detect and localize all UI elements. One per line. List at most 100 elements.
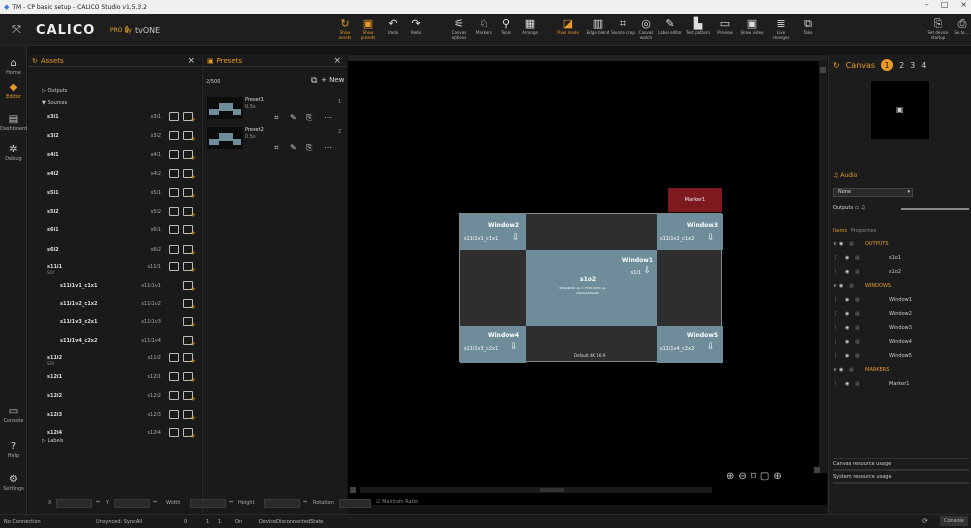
window3[interactable]: Window3 s11i1v2_c1x2 ⇩ [657,214,723,250]
toolbar-se-to-[interactable]: ⎙ Se to ... [950,17,971,45]
toolbar-canvas-watch[interactable]: ◎ Canvas watch [634,17,658,45]
zoom-out-icon[interactable]: ⊖ [738,471,746,482]
preset-item[interactable]: Preset2 0.5s 2 ⌗ ✎ ⎘ ⋯ [203,127,348,171]
maintain-ratio-checkbox[interactable]: ☑ Maintain Ratio [376,499,418,505]
toolbar-set-device-startup[interactable]: ⎘ Set device startup [926,17,950,45]
vscroll-bottom[interactable] [814,467,820,473]
add-to-canvas-icon[interactable] [169,188,179,197]
add-to-canvas-icon[interactable] [169,131,179,140]
canvas-tab-4[interactable]: 4 [921,61,926,70]
monitor-icon[interactable]: ▭ [855,205,860,211]
preset-edit-icon[interactable]: ✎ [290,113,297,122]
nav-dashboard[interactable]: ▤ Dashboard [0,114,27,132]
console-button[interactable]: Console [940,516,968,526]
asset-row[interactable]: s5i2 s5i2 + [28,207,201,219]
asset-row[interactable]: s11i1v3_c2x1 s11i1v3 + [28,317,201,329]
preset-save-icon[interactable]: ⌗ [274,113,279,123]
toolbar-markers[interactable]: ♘ Markers [472,17,496,45]
y-field[interactable] [114,499,150,508]
link-w-icon[interactable]: ⇔ [153,499,157,505]
toolbar-pixel-mode[interactable]: ◪ Pixel mode [556,17,580,45]
vertical-scrollbar[interactable] [819,61,827,473]
rotation-field[interactable] [339,499,371,508]
canvas-stage[interactable]: Window2 s11i1v1_c1x1 ⇩ Window3 s11i1v2_c… [459,213,723,363]
group-sources[interactable]: ▼ Sources [42,100,67,106]
drag-handle-icon[interactable]: ⋮ [833,381,838,387]
toolbar-show-presets[interactable]: ▣ Show presets [356,17,380,45]
marker1[interactable]: Marker1 [668,188,722,212]
move-icon[interactable]: ⊕ [726,471,734,482]
asset-row[interactable]: s3i1 s3i1 + [28,112,201,124]
asset-row[interactable]: s12i2 s12i2 + [28,391,201,403]
visibility-icon[interactable]: ◉ [845,325,849,331]
lock-icon[interactable]: ▦ [855,255,860,261]
canvas-area[interactable]: Marker1 Window2 s11i1v1_c1x1 ⇩ Window3 s… [348,55,827,505]
drag-handle-icon[interactable]: ⋮ [833,339,838,345]
asset-row[interactable]: s11i2 SDI s11i2 + [28,353,201,366]
chevron-down-icon[interactable]: ∨ [833,283,837,289]
lock-icon[interactable]: ▦ [855,339,860,345]
hscroll-thumb[interactable] [540,488,564,492]
add-to-canvas-icon[interactable] [169,150,179,159]
lock-icon[interactable]: ▦ [855,297,860,303]
group-labels[interactable]: ▷ Labels [42,438,64,444]
visibility-icon[interactable]: ◉ [839,283,843,289]
speaker-icon[interactable]: ♫ [861,205,865,211]
add-to-canvas-icon[interactable] [169,428,179,437]
presets-close-icon[interactable]: × [333,56,341,66]
window1[interactable]: Window1 s1i1 ⇩ s1o2 3840/2000 up = 3700,… [526,250,657,326]
toolbar-tools[interactable]: ⚲ Tools [494,17,518,45]
pin-icon[interactable]: ⤧ [12,23,21,37]
asset-row[interactable]: s12i4 s12i4 + [28,428,201,440]
preset-more-icon[interactable]: ⋯ [324,113,332,122]
nav-debug[interactable]: ✲ Debug [0,144,27,162]
visibility-icon[interactable]: ◉ [845,269,849,275]
drag-handle-icon[interactable]: ⋮ [833,325,838,331]
canvas-tab-2[interactable]: 2 [899,61,904,70]
assets-close-icon[interactable]: × [187,56,195,66]
asset-row[interactable]: s11i1v2_c1x2 s11i1v2 + [28,299,201,311]
height-field[interactable] [264,499,300,508]
toolbar-test-pattern[interactable]: ▙ Test pattern [686,17,710,45]
window5[interactable]: Window5 s11i1v4_c2x2 ⇩ [657,326,723,363]
hscroll-left[interactable] [350,487,356,493]
visibility-icon[interactable]: ◉ [845,339,849,345]
canvas-tab-3[interactable]: 3 [910,61,915,70]
asset-row[interactable]: s11i1v4_c2x2 s11i1v4 + [28,336,201,348]
window2[interactable]: Window2 s11i1v1_c1x1 ⇩ [460,214,526,250]
drag-handle-icon[interactable]: ⋮ [833,311,838,317]
toolbar-preview[interactable]: ▭ Preview [713,17,737,45]
lock-icon[interactable]: ▦ [855,381,860,387]
group-outputs[interactable]: ▷ Outputs [42,88,67,94]
toolbar-source-crop[interactable]: ⌗ Source crop [611,17,635,45]
preset-more-icon[interactable]: ⋯ [324,143,332,152]
minimize-button[interactable]: – [925,0,929,9]
add-to-canvas-icon[interactable] [169,225,179,234]
asset-row[interactable]: s4i2 s4i2 + [28,169,201,181]
preset-edit-icon[interactable]: ✎ [290,143,297,152]
asset-row[interactable]: s6i2 s6i2 + [28,245,201,257]
asset-row[interactable]: s12i1 s12i1 + [28,372,201,384]
asset-row[interactable]: s11i1 SDI s11i1 + [28,262,201,275]
add-to-canvas-icon[interactable] [169,410,179,419]
link-xy-icon[interactable]: ⇔ [96,499,100,505]
nav-home[interactable]: ⌂ Home [0,58,27,76]
lock-icon[interactable]: ▦ [855,269,860,275]
add-to-canvas-icon[interactable] [169,353,179,362]
visibility-icon[interactable]: ◉ [839,241,843,247]
toolbar-arrange[interactable]: ▦ Arrange [518,17,542,45]
drag-handle-icon[interactable]: ⋮ [833,269,838,275]
nav-editor[interactable]: ◆ Editor [0,82,27,100]
add-to-canvas-icon[interactable] [169,262,179,271]
maximize-button[interactable]: □ [941,0,949,9]
audio-select[interactable]: None ▾ [833,188,913,197]
status-icon[interactable]: ⟳ [922,517,928,525]
x-field[interactable] [56,499,92,508]
chevron-down-icon[interactable]: ∨ [833,241,837,247]
tab-properties[interactable]: Properties [851,228,876,234]
drag-handle-icon[interactable]: ⋮ [833,353,838,359]
new-preset-button[interactable]: + New [321,76,344,84]
lock-icon[interactable]: ▦ [855,353,860,359]
asset-row[interactable]: s4i1 s4i1 + [28,150,201,162]
drag-handle-icon[interactable]: ⋮ [833,297,838,303]
